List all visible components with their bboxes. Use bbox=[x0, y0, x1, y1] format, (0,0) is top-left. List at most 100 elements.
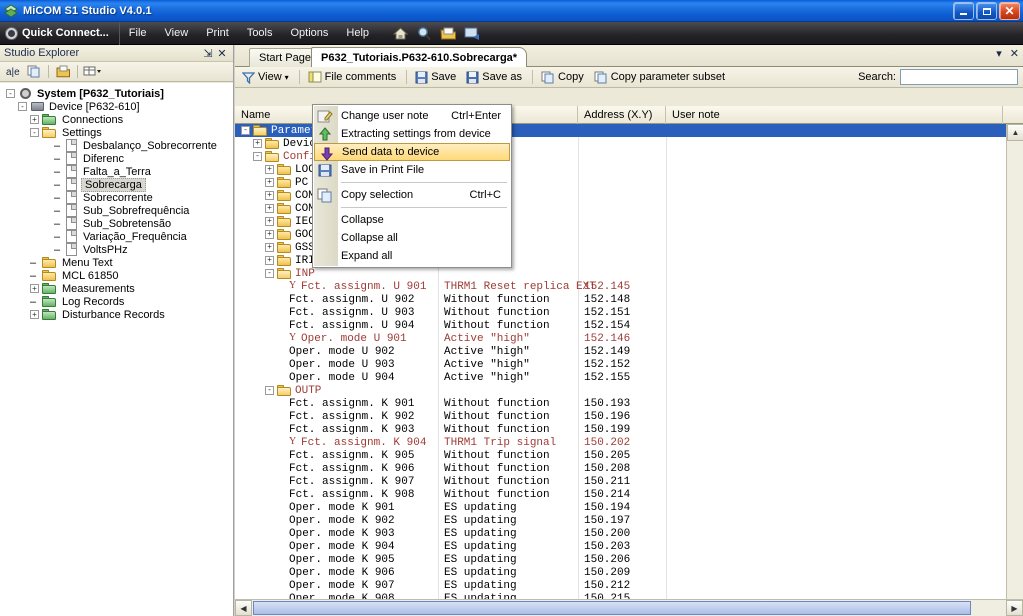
table-row[interactable]: Oper. mode K 904 ES updating 150.203 bbox=[235, 540, 1006, 553]
scroll-left-arrow[interactable]: ◀ bbox=[235, 600, 252, 616]
cell-value[interactable]: THRM1 Trip signal bbox=[438, 436, 556, 449]
table-row[interactable]: Fct. assignm. K 906 Without function 150.2… bbox=[235, 462, 1006, 475]
tree-expander[interactable]: + bbox=[30, 284, 39, 293]
table-row[interactable]: Fct. assignm. K 905 Without function 150.2… bbox=[235, 449, 1006, 462]
table-row[interactable]: Oper. mode K 906 ES updating 150.209 bbox=[235, 566, 1006, 579]
cell-value[interactable]: Active "high" bbox=[438, 358, 530, 371]
table-row[interactable]: Fct. assignm. U 903 Without function 152.1… bbox=[235, 306, 1006, 319]
row-expander[interactable]: + bbox=[265, 217, 274, 226]
tree-item[interactable]: – Variação_Frequência bbox=[0, 230, 233, 243]
vertical-scrollbar[interactable]: ▲ bbox=[1006, 124, 1023, 599]
menu-item-options[interactable]: Options bbox=[282, 24, 338, 42]
table-row[interactable]: Oper. mode K 905 ES updating 150.206 bbox=[235, 553, 1006, 566]
tree-expander[interactable]: - bbox=[30, 128, 39, 137]
tree-item[interactable]: – Log Records bbox=[0, 295, 233, 308]
restore-button[interactable] bbox=[976, 2, 997, 20]
explorer-tree[interactable]: - System [P632_Tutoriais] - Device [P632-61… bbox=[0, 83, 233, 616]
tree-item[interactable]: - Settings bbox=[0, 126, 233, 139]
table-row[interactable]: Fct. assignm. U 902 Without function 152.1… bbox=[235, 293, 1006, 306]
table-row[interactable]: Fct. assignm. K 904 THRM1 Trip signal 150.… bbox=[235, 436, 1006, 449]
pin-icon[interactable]: ⇲ bbox=[201, 47, 215, 60]
table-row[interactable]: Fct. assignm. K 902 Without function 150.1… bbox=[235, 410, 1006, 423]
scroll-right-arrow[interactable]: ▶ bbox=[1006, 600, 1023, 616]
row-expander[interactable]: + bbox=[265, 191, 274, 200]
cell-value[interactable]: Without function bbox=[438, 397, 550, 410]
view-button[interactable]: View ▾ bbox=[239, 70, 294, 85]
table-row[interactable]: Oper. mode K 907 ES updating 150.212 bbox=[235, 579, 1006, 592]
row-expander[interactable]: + bbox=[253, 139, 262, 148]
tree-item[interactable]: – Sobrecorrente bbox=[0, 191, 233, 204]
tree-item[interactable]: – Menu Text bbox=[0, 256, 233, 269]
tree-item[interactable]: – Sub_Sobrefrequência bbox=[0, 204, 233, 217]
cell-value[interactable]: ES updating bbox=[438, 553, 517, 566]
table-row[interactable]: Fct. assignm. K 907 Without function 150.2… bbox=[235, 475, 1006, 488]
row-expander[interactable]: + bbox=[265, 204, 274, 213]
cell-value[interactable]: Without function bbox=[438, 462, 550, 475]
cell-value[interactable]: Without function bbox=[438, 306, 550, 319]
tree-item[interactable]: - Device [P632-610] bbox=[0, 100, 233, 113]
view-options-icon[interactable] bbox=[83, 64, 101, 80]
scroll-up-arrow[interactable]: ▲ bbox=[1007, 124, 1023, 141]
chevron-down-icon[interactable]: ▾ bbox=[996, 47, 1002, 60]
menu-item-print[interactable]: Print bbox=[197, 24, 238, 42]
context-menu[interactable]: Change user note Ctrl+Enter Extracting set… bbox=[312, 104, 512, 268]
cell-value[interactable] bbox=[438, 267, 444, 280]
horizontal-scrollbar[interactable]: ◀ ▶ bbox=[235, 599, 1023, 616]
table-row[interactable]: Fct. assignm. K 903 Without function 150.1… bbox=[235, 423, 1006, 436]
file-comments-button[interactable]: File comments bbox=[305, 70, 402, 85]
context-menu-item[interactable]: Send data to device bbox=[314, 143, 510, 161]
table-row[interactable]: Fct. assignm. K 901 Without function 150.1… bbox=[235, 397, 1006, 410]
row-expander[interactable]: + bbox=[265, 256, 274, 265]
cell-value[interactable]: ES updating bbox=[438, 540, 517, 553]
new-folder-icon[interactable] bbox=[54, 64, 72, 80]
cell-value[interactable]: Without function bbox=[438, 488, 550, 501]
tree-item[interactable]: – Diferenc bbox=[0, 152, 233, 165]
cell-value[interactable]: ES updating bbox=[438, 566, 517, 579]
row-expander[interactable]: - bbox=[265, 386, 274, 395]
tree-item[interactable]: – Sobrecarga bbox=[0, 177, 233, 192]
transfer-icon[interactable] bbox=[464, 26, 481, 41]
copy-parameter-subset-button[interactable]: Copy parameter subset bbox=[591, 70, 730, 85]
hscroll-thumb[interactable] bbox=[253, 601, 971, 615]
row-expander[interactable]: + bbox=[265, 243, 274, 252]
search-icon[interactable] bbox=[416, 26, 433, 41]
open-folder-icon[interactable] bbox=[440, 26, 457, 41]
tree-expander[interactable]: - bbox=[18, 102, 27, 111]
context-menu-item[interactable]: Copy selection Ctrl+C bbox=[313, 186, 511, 204]
context-menu-item[interactable]: Change user note Ctrl+Enter bbox=[313, 107, 511, 125]
menu-item-help[interactable]: Help bbox=[337, 24, 378, 42]
copy-icon[interactable] bbox=[25, 64, 43, 80]
chevron-down-icon[interactable]: ▾ bbox=[285, 73, 289, 82]
table-row[interactable]: Oper. mode K 902 ES updating 150.197 bbox=[235, 514, 1006, 527]
cell-value[interactable]: Without function bbox=[438, 410, 550, 423]
cell-value[interactable]: Active "high" bbox=[438, 332, 530, 345]
menu-item-file[interactable]: File bbox=[120, 24, 156, 42]
context-menu-item[interactable]: Save in Print File bbox=[313, 161, 511, 179]
cell-value[interactable] bbox=[438, 384, 444, 397]
table-row[interactable]: Oper. mode K 908 ES updating 150.215 bbox=[235, 592, 1006, 600]
cell-value[interactable]: ES updating bbox=[438, 501, 517, 514]
table-row[interactable]: Fct. assignm. U 901 THRM1 Reset replica E… bbox=[235, 280, 1006, 293]
tree-item[interactable]: - System [P632_Tutoriais] bbox=[0, 87, 233, 100]
tree-item[interactable]: – MCL 61850 bbox=[0, 269, 233, 282]
tree-item[interactable]: + Connections bbox=[0, 113, 233, 126]
rename-icon[interactable]: a|e bbox=[4, 64, 22, 80]
menu-item-view[interactable]: View bbox=[156, 24, 198, 42]
cell-value[interactable]: Active "high" bbox=[438, 345, 530, 358]
tree-item[interactable]: + Disturbance Records bbox=[0, 308, 233, 321]
tree-item[interactable]: – Sub_Sobretensão bbox=[0, 217, 233, 230]
quick-connect-button[interactable]: Quick Connect... bbox=[0, 21, 120, 45]
close-button[interactable]: ✕ bbox=[999, 2, 1020, 20]
tree-expander[interactable]: + bbox=[30, 310, 39, 319]
cell-value[interactable]: Without function bbox=[438, 449, 550, 462]
table-row[interactable]: Oper. mode K 903 ES updating 150.200 bbox=[235, 527, 1006, 540]
table-row[interactable]: - INP bbox=[235, 267, 1006, 280]
row-expander[interactable]: - bbox=[265, 269, 274, 278]
minimize-button[interactable] bbox=[953, 2, 974, 20]
cell-value[interactable]: Active "high" bbox=[438, 371, 530, 384]
close-icon[interactable]: ✕ bbox=[215, 47, 229, 60]
cell-value[interactable]: ES updating bbox=[438, 579, 517, 592]
close-icon[interactable]: ✕ bbox=[1010, 47, 1019, 60]
context-menu-item[interactable]: Expand all bbox=[313, 247, 511, 265]
tree-item[interactable]: – VoltsPHz bbox=[0, 243, 233, 256]
